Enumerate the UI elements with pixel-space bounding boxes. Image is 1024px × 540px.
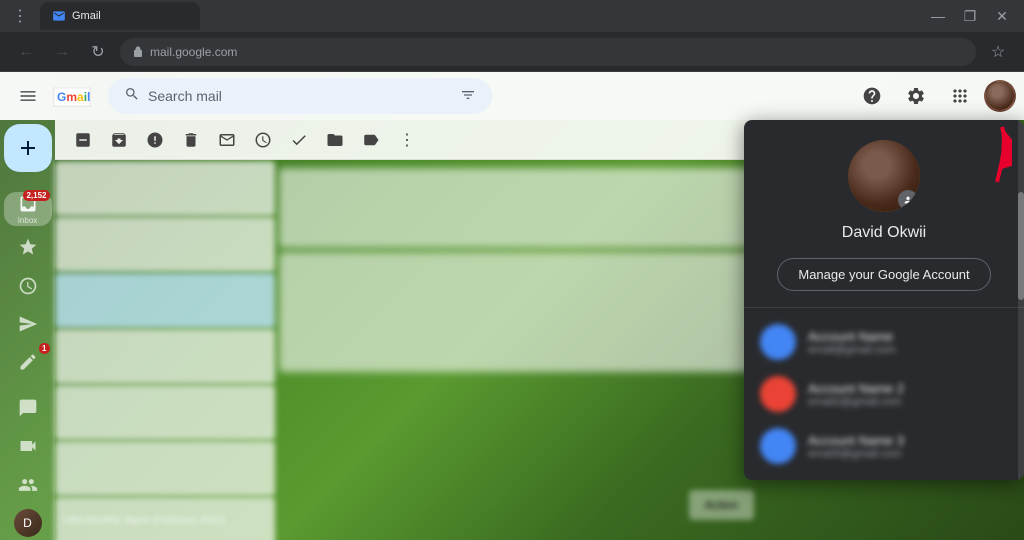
browser-frame: ⋮ Gmail — ❐ ✕ ← → ↻ mail.google.com [0,0,1024,540]
account-list-email-1: email@gmail.com [808,344,1008,356]
search-icon [124,86,140,107]
email-item-2[interactable] [55,217,275,272]
forward-button[interactable]: → [48,38,76,66]
drafts-badge: 1 [39,343,49,354]
select-checkbox-button[interactable] [67,124,99,156]
account-panel: David Okwii Manage your Google Account A… [744,120,1024,480]
back-button[interactable]: ← [12,38,40,66]
email-action-btn[interactable]: Action [689,490,754,520]
chrome-tab-gmail[interactable]: Gmail [40,2,200,30]
account-avatar-large[interactable] [848,140,920,212]
email-item-5[interactable] [55,385,275,440]
chrome-window-controls: — ❐ ✕ [924,6,1016,26]
gmail-secondary-toolbar: ⋮ [55,120,774,160]
gmail-sidebar: 2,152 Inbox [0,72,55,540]
account-list-info-1: Account Name email@gmail.com [808,329,1008,356]
account-list-item-3[interactable]: Account Name 3 email3@gmail.com [744,420,1024,472]
close-button[interactable]: ✕ [988,6,1016,26]
compose-button[interactable] [4,124,52,172]
mark-done-button[interactable] [283,124,315,156]
account-list-info-2: Account Name 2 email2@gmail.com [808,381,1008,408]
compose-area [4,124,52,180]
reload-button[interactable]: ↻ [84,38,112,66]
account-list-avatar-3 [760,428,796,464]
panel-scrollbar-thumb [1018,192,1024,300]
manage-account-button[interactable]: Manage your Google Account [777,258,990,291]
bookmark-button[interactable]: ☆ [984,38,1012,66]
move-to-button[interactable] [319,124,351,156]
lock-icon [132,46,144,58]
chrome-addressbar: ← → ↻ mail.google.com ☆ [0,32,1024,72]
email-list: UBA Monthly digest (February 2022) [55,160,275,540]
account-list-item-1[interactable]: Account Name email@gmail.com [744,316,1024,368]
account-list-name-2: Account Name 2 [808,381,1008,396]
report-spam-button[interactable] [139,124,171,156]
sidebar-item-meet[interactable] [4,429,52,463]
settings-button[interactable] [896,76,936,116]
account-list-name-1: Account Name [808,329,1008,344]
email-item-1[interactable] [55,161,275,216]
url-bar[interactable]: mail.google.com [120,38,976,66]
search-placeholder: Search mail [148,88,452,104]
sidebar-item-starred[interactable] [4,230,52,264]
account-list-email-2: email2@gmail.com [808,396,1008,408]
sidebar-item-inbox[interactable]: 2,152 Inbox [4,192,52,226]
gmail-toolbar: Gmail Search mail [0,72,1024,120]
email-item-6[interactable] [55,441,275,496]
more-actions-button[interactable]: ⋮ [391,124,423,156]
gmail-top-icons [852,76,1016,116]
email-item-4[interactable] [55,329,275,384]
footer-text: UBA Monthly digest (February 2022) [63,515,225,526]
sidebar-item-snoozed[interactable] [4,268,52,302]
account-list-item-2[interactable]: Account Name 2 email2@gmail.com [744,368,1024,420]
url-text: mail.google.com [150,45,964,59]
email-preview-card-2[interactable] [279,252,770,372]
snooze-button[interactable] [247,124,279,156]
delete-button[interactable] [175,124,207,156]
gmail-search-bar[interactable]: Search mail [108,78,492,114]
chrome-titlebar: ⋮ Gmail — ❐ ✕ [0,0,1024,32]
email-item-3[interactable] [55,273,275,328]
label-button[interactable] [355,124,387,156]
avatar-edit-button[interactable] [898,190,918,210]
sidebar-item-user[interactable]: D [4,506,52,540]
account-list-info-3: Account Name 3 email3@gmail.com [808,433,1008,460]
gmail-content: Gmail Search mail [0,72,1024,540]
gmail-favicon [52,9,66,23]
restore-button[interactable]: ❐ [956,6,984,26]
sidebar-inbox-label: Inbox [18,216,38,225]
email-preview-area: Action [275,160,774,540]
sidebar-item-drafts[interactable]: 1 [4,345,52,379]
chrome-tabs-area: ⋮ Gmail [8,2,924,30]
account-list-avatar-2 [760,376,796,412]
account-panel-header: David Okwii Manage your Google Account [744,120,1024,308]
unread-count-badge: 2,152 [23,190,49,201]
minimize-button[interactable]: — [924,6,952,26]
chrome-right-icons: ☆ [984,38,1012,66]
sidebar-item-contacts[interactable] [4,468,52,502]
gmail-logo: Gmail [52,82,92,110]
chrome-tab-title: Gmail [72,10,101,22]
svg-text:Gmail: Gmail [57,90,90,104]
account-panel-list: Account Name email@gmail.com Account Nam… [744,308,1024,480]
account-list-avatar-1 [760,324,796,360]
apps-button[interactable] [940,76,980,116]
hamburger-menu[interactable] [8,76,48,116]
mark-unread-button[interactable] [211,124,243,156]
archive-button[interactable] [103,124,135,156]
search-filter-icon[interactable] [460,87,476,106]
chrome-more-button[interactable]: ⋮ [8,4,32,28]
gmail-logo-icon: Gmail [52,82,92,110]
user-avatar-button[interactable] [984,80,1016,112]
panel-scrollbar[interactable] [1018,120,1024,480]
sidebar-item-chat[interactable] [4,391,52,425]
help-button[interactable] [852,76,892,116]
account-list-email-3: email3@gmail.com [808,448,1008,460]
email-preview-card-1[interactable] [279,168,770,248]
account-name: David Okwii [842,224,926,242]
footer-text-area: UBA Monthly digest (February 2022) [55,506,275,532]
sidebar-item-sent[interactable] [4,307,52,341]
account-list-name-3: Account Name 3 [808,433,1008,448]
